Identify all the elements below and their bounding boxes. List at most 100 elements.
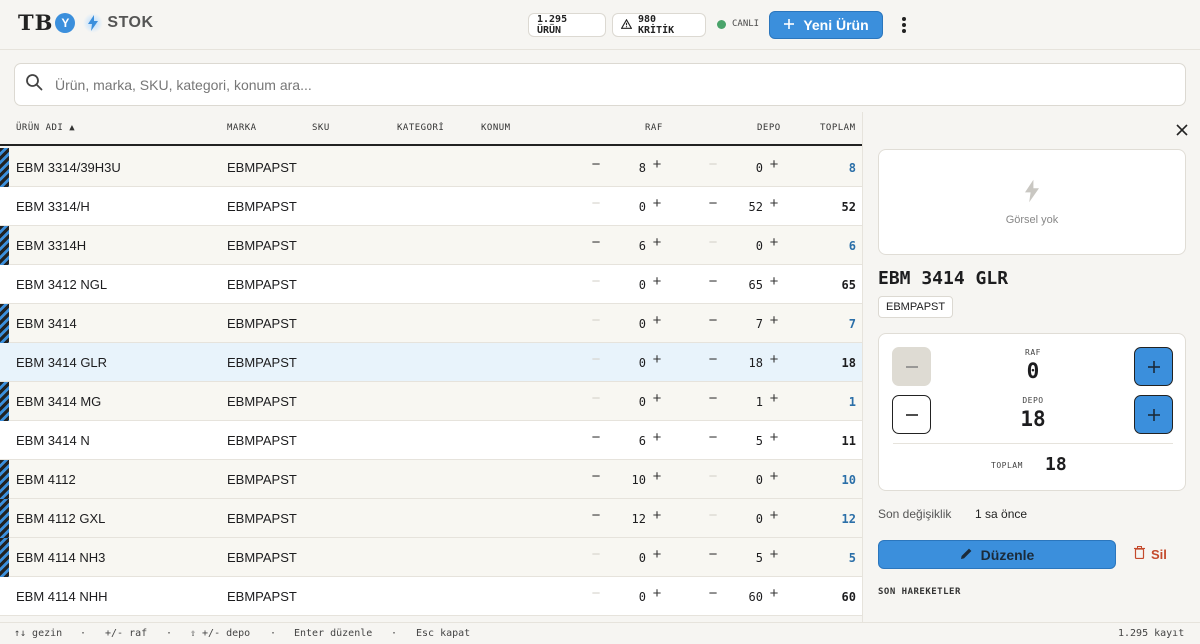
column-header-name[interactable]: ÜRÜN ADI ▲ [16, 123, 75, 133]
table-row[interactable]: EBM 3314/H EBMPAPST − 0 + − 52 +52 [0, 187, 862, 226]
table-row[interactable]: EBM 3414 EBMPAPST − 0 + − 7 +7 [0, 304, 862, 343]
shelf-minus-button[interactable]: − [588, 351, 604, 371]
table-row[interactable]: EBM 4112 EBMPAPST − 10 + − 0 +10 [0, 460, 862, 499]
divider [893, 443, 1173, 444]
depot-minus-button[interactable]: − [705, 468, 721, 488]
new-product-button[interactable]: Yeni Ürün [769, 11, 883, 39]
shelf-decrement-button[interactable] [892, 347, 931, 386]
logo-text: TB [18, 10, 54, 35]
table-row[interactable]: EBM 4114 NH3 EBMPAPST − 0 + − 5 +5 [0, 538, 862, 577]
shelf-minus-button[interactable]: − [588, 273, 604, 293]
depot-plus-button[interactable]: + [767, 585, 781, 605]
cell-total: 10 [841, 473, 856, 487]
product-count-badge[interactable]: 1.295 ÜRÜN [528, 13, 606, 37]
column-header-total[interactable]: TOPLAM [820, 123, 856, 133]
shelf-minus-button[interactable]: − [588, 429, 604, 449]
depot-plus-button[interactable]: + [767, 468, 781, 488]
depot-minus-button[interactable]: − [705, 312, 721, 332]
shelf-plus-button[interactable]: + [650, 234, 664, 254]
table-row[interactable]: EBM 3314/39H3U EBMPAPST − 8 + − 0 +8 [0, 148, 862, 187]
critical-count-badge[interactable]: 980 KRİTİK [612, 13, 706, 37]
edit-button[interactable]: Düzenle [878, 540, 1116, 569]
hint-shelf: +/- raf [105, 628, 148, 639]
cell-product-name: EBM 3414 [16, 316, 77, 331]
shelf-minus-button[interactable]: − [588, 156, 604, 176]
depot-plus-button[interactable]: + [767, 546, 781, 566]
column-header-sku[interactable]: SKU [312, 123, 330, 133]
top-bar: TB Y STOK 1.295 ÜRÜN 980 KRİTİK CANLI Ye… [0, 0, 1200, 50]
table-row[interactable]: EBM 4114 NHH EBMPAPST − 0 + − 60 +60 [0, 577, 862, 616]
shelf-plus-button[interactable]: + [650, 546, 664, 566]
critical-count-text: 980 KRİTİK [638, 14, 675, 36]
delete-button[interactable]: Sil [1134, 546, 1167, 562]
depot-decrement-button[interactable] [892, 395, 931, 434]
depot-minus-button[interactable]: − [705, 273, 721, 293]
depot-minus-button[interactable]: − [705, 156, 721, 176]
more-menu-icon[interactable] [896, 15, 912, 35]
table-row[interactable]: EBM 3412 NGL EBMPAPST − 0 + − 65 +65 [0, 265, 862, 304]
detail-panel: Görsel yok EBM 3414 GLR EBMPAPST RAF 0 D… [864, 112, 1200, 622]
cell-shelf: 0 [638, 590, 646, 604]
critical-stripe [0, 460, 9, 499]
depot-plus-button[interactable]: + [767, 195, 781, 215]
column-header-shelf[interactable]: RAF [645, 123, 663, 133]
cell-shelf: 12 [631, 512, 646, 526]
table-row[interactable]: EBM 3414 N EBMPAPST − 6 + − 5 +11 [0, 421, 862, 460]
column-header-location[interactable]: KONUM [481, 123, 511, 133]
column-header-category[interactable]: KATEGORİ [397, 123, 444, 133]
cell-brand: EBMPAPST [227, 394, 297, 409]
shelf-minus-button[interactable]: − [588, 507, 604, 527]
shelf-minus-button[interactable]: − [588, 585, 604, 605]
table-row[interactable]: EBM 3314H EBMPAPST − 6 + − 0 +6 [0, 226, 862, 265]
cell-shelf: 0 [638, 317, 646, 331]
cell-depot: 7 [755, 317, 763, 331]
search-input[interactable] [55, 76, 1155, 93]
table-row[interactable]: EBM 4112 GXL EBMPAPST − 12 + − 0 +12 [0, 499, 862, 538]
shelf-plus-button[interactable]: + [650, 156, 664, 176]
shelf-minus-button[interactable]: − [588, 468, 604, 488]
depot-increment-button[interactable] [1134, 395, 1173, 434]
depot-minus-button[interactable]: − [705, 195, 721, 215]
shelf-plus-button[interactable]: + [650, 312, 664, 332]
shelf-minus-button[interactable]: − [588, 195, 604, 215]
depot-minus-button[interactable]: − [705, 429, 721, 449]
close-icon[interactable] [1174, 122, 1190, 138]
shelf-plus-button[interactable]: + [650, 351, 664, 371]
depot-plus-button[interactable]: + [767, 312, 781, 332]
shelf-plus-button[interactable]: + [650, 429, 664, 449]
shelf-minus-button[interactable]: − [588, 312, 604, 332]
depot-plus-button[interactable]: + [767, 234, 781, 254]
shelf-plus-button[interactable]: + [650, 468, 664, 488]
depot-minus-button[interactable]: − [705, 507, 721, 527]
table-row[interactable]: EBM 3414 MG EBMPAPST − 0 + − 1 +1 [0, 382, 862, 421]
shelf-plus-button[interactable]: + [650, 507, 664, 527]
depot-minus-button[interactable]: − [705, 585, 721, 605]
column-header-depot[interactable]: DEPO [757, 123, 781, 133]
depot-plus-button[interactable]: + [767, 351, 781, 371]
depot-minus-button[interactable]: − [705, 351, 721, 371]
shelf-plus-button[interactable]: + [650, 195, 664, 215]
depot-plus-button[interactable]: + [767, 156, 781, 176]
no-image-text: Görsel yok [1005, 213, 1059, 226]
depot-plus-button[interactable]: + [767, 507, 781, 527]
column-header-brand[interactable]: MARKA [227, 123, 257, 133]
depot-minus-button[interactable]: − [705, 546, 721, 566]
depot-minus-button[interactable]: − [705, 234, 721, 254]
shelf-plus-button[interactable]: + [650, 273, 664, 293]
depot-plus-button[interactable]: + [767, 429, 781, 449]
shelf-minus-button[interactable]: − [588, 546, 604, 566]
table-row[interactable]: EBM 3414 GLR EBMPAPST − 0 + − 18 +18 [0, 343, 862, 382]
shelf-plus-button[interactable]: + [650, 390, 664, 410]
cell-total: 60 [841, 590, 856, 604]
total-label: TOPLAM [991, 461, 1023, 470]
depot-minus-button[interactable]: − [705, 390, 721, 410]
depot-plus-button[interactable]: + [767, 390, 781, 410]
depot-plus-button[interactable]: + [767, 273, 781, 293]
cell-brand: EBMPAPST [227, 238, 297, 253]
shelf-minus-button[interactable]: − [588, 234, 604, 254]
shelf-plus-button[interactable]: + [650, 585, 664, 605]
shelf-increment-button[interactable] [1134, 347, 1173, 386]
app-logo[interactable]: TB Y STOK [18, 10, 154, 35]
shelf-minus-button[interactable]: − [588, 390, 604, 410]
cell-depot: 5 [755, 551, 763, 565]
